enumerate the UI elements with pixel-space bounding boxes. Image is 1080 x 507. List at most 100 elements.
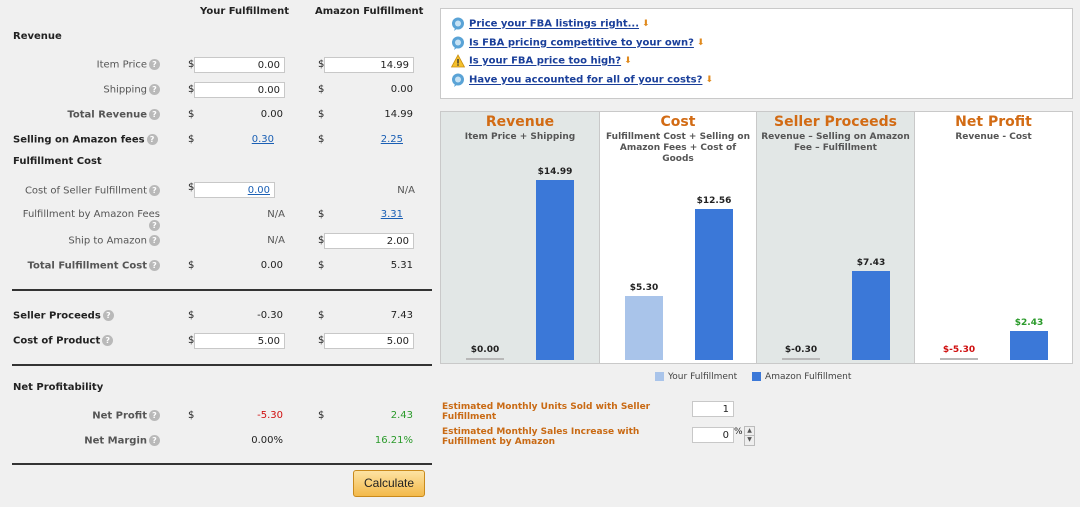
- cost-of-product-amazon-input[interactable]: [324, 333, 414, 349]
- chevron-up-icon[interactable]: ▲: [744, 426, 755, 436]
- tip-link-row[interactable]: Have you accounted for all of your costs…: [451, 73, 713, 87]
- help-icon[interactable]: ?: [146, 134, 158, 145]
- currency-symbol: $: [318, 410, 325, 421]
- help-icon[interactable]: ?: [149, 185, 160, 196]
- chart-column-title: Cost: [660, 114, 696, 130]
- comparison-chart: Revenue Item Price + Shipping Cost Fulfi…: [440, 111, 1073, 364]
- header-amazon-fulfillment: Amazon Fulfillment: [315, 6, 424, 17]
- help-icon[interactable]: ?: [149, 84, 160, 95]
- tip-link[interactable]: Is FBA pricing competitive to your own?: [469, 38, 694, 49]
- help-icon[interactable]: ?: [102, 335, 114, 346]
- help-icon[interactable]: ?: [149, 220, 160, 231]
- tip-link[interactable]: Price your FBA listings right...: [469, 19, 639, 30]
- chart-bar-label: $14.99: [537, 167, 573, 177]
- legend-your-label: Your Fulfillment: [668, 372, 738, 382]
- chart-bar-label: $12.56: [696, 196, 732, 207]
- chart-column-subtitle: Revenue - Cost: [955, 132, 1032, 142]
- tip-link[interactable]: Is your FBA price too high?: [469, 56, 621, 67]
- divider: [12, 463, 432, 465]
- item-price-your-input[interactable]: [194, 57, 285, 73]
- chart-column-subtitle: Revenue – Selling on Amazon Fee – Fulfil…: [761, 132, 910, 153]
- chart-column-subtitle: Fulfillment Cost + Selling on Amazon Fee…: [605, 132, 751, 164]
- header-your-fulfillment: Your Fulfillment: [200, 6, 289, 17]
- seller-proceeds-amazon-value: 7.43: [390, 310, 413, 321]
- section-revenue: Revenue: [13, 31, 62, 42]
- seller-proceeds-label: Seller Proceeds?: [13, 310, 114, 322]
- chart-column-revenue: Revenue Item Price + Shipping: [441, 112, 599, 363]
- warning-icon: [451, 54, 465, 68]
- chart-column-title: Net Profit: [955, 114, 1032, 130]
- net-margin-amazon-value: 16.21%: [374, 435, 413, 446]
- chart-legend: Your Fulfillment Amazon Fulfillment: [655, 372, 851, 382]
- units-sold-label: Estimated Monthly Units Sold with Seller…: [442, 402, 651, 422]
- chart-bar-label: $5.30: [629, 283, 659, 294]
- help-icon[interactable]: ?: [149, 410, 160, 421]
- help-icon[interactable]: ?: [149, 109, 160, 120]
- seller-fulfillment-amazon-value: N/A: [397, 185, 415, 196]
- ship-to-amazon-label: Ship to Amazon?: [20, 235, 160, 247]
- help-icon[interactable]: ?: [149, 235, 160, 246]
- section-net-profitability: Net Profitability: [13, 382, 104, 393]
- currency-symbol: $: [188, 109, 195, 120]
- ship-to-amazon-amazon-input[interactable]: [324, 233, 414, 249]
- shipping-amazon-value: 0.00: [390, 84, 413, 95]
- sales-increase-input[interactable]: [692, 427, 734, 443]
- chevron-down-icon[interactable]: ⬇: [705, 75, 713, 85]
- net-margin-your-value: 0.00%: [251, 435, 283, 446]
- units-sold-input[interactable]: [692, 401, 734, 417]
- sales-increase-label: Estimated Monthly Sales Increase with Fu…: [442, 427, 640, 447]
- chevron-down-icon[interactable]: ⬇: [642, 19, 650, 29]
- cost-of-product-your-input[interactable]: [194, 333, 285, 349]
- net-profit-amazon-value: 2.43: [390, 410, 413, 421]
- chart-bar-amazon: [852, 270, 890, 360]
- legend-swatch-your: [655, 372, 664, 381]
- chart-bar-your: [466, 358, 504, 360]
- help-icon[interactable]: ?: [149, 435, 160, 446]
- help-icon[interactable]: ?: [102, 310, 114, 321]
- net-margin-label: Net Margin?: [40, 435, 160, 447]
- currency-symbol: $: [188, 134, 195, 145]
- total-revenue-your-value: 0.00: [260, 109, 283, 120]
- chart-bar-label: $2.43: [1014, 317, 1044, 328]
- chart-column-subtitle: Item Price + Shipping: [464, 132, 576, 142]
- speech-bubble-icon: [452, 73, 464, 87]
- tip-link-row[interactable]: Price your FBA listings right... ⬇: [451, 17, 650, 31]
- cost-of-product-label: Cost of Product?: [13, 335, 114, 347]
- tip-link-row[interactable]: Is your FBA price too high? ⬇: [451, 54, 632, 68]
- help-icon[interactable]: ?: [149, 260, 160, 271]
- chevron-down-icon[interactable]: ⬇: [697, 38, 705, 48]
- currency-symbol: $: [188, 410, 195, 421]
- chart-bar-label: $0.00: [470, 345, 500, 355]
- chart-bar-label: $7.43: [856, 257, 886, 268]
- currency-symbol: $: [318, 209, 325, 220]
- item-price-label: Item Price?: [40, 59, 160, 71]
- chevron-down-icon[interactable]: ⬇: [624, 56, 632, 66]
- chart-bar-amazon: [1010, 330, 1048, 360]
- chart-bar-label: $-5.30: [942, 345, 976, 355]
- chart-bar-your: [782, 358, 820, 360]
- fba-fees-amazon-link[interactable]: 3.31: [330, 209, 403, 220]
- tip-link-row[interactable]: Is FBA pricing competitive to your own? ⬇: [451, 36, 704, 50]
- item-price-amazon-input[interactable]: [324, 57, 414, 73]
- calculate-button[interactable]: Calculate: [353, 470, 425, 497]
- shipping-label: Shipping?: [40, 84, 160, 96]
- tips-link-box: Price your FBA listings right... ⬇ Is FBA…: [440, 8, 1073, 99]
- total-fulfillment-amazon-value: 5.31: [390, 260, 413, 271]
- net-profit-label: Net Profit?: [40, 410, 160, 422]
- shipping-your-input[interactable]: [194, 82, 285, 98]
- seller-fulfillment-your-input[interactable]: [194, 182, 275, 198]
- chart-bar-amazon: [536, 180, 574, 360]
- selling-fees-your-link[interactable]: 0.30: [200, 134, 274, 145]
- currency-symbol: $: [318, 260, 325, 271]
- chevron-down-icon[interactable]: ▼: [744, 436, 755, 446]
- speech-bubble-icon: [452, 36, 464, 50]
- chart-bar-amazon: [695, 209, 733, 360]
- selling-fees-amazon-link[interactable]: 2.25: [330, 134, 403, 145]
- chart-bar-your: [940, 358, 978, 360]
- help-icon[interactable]: ?: [149, 59, 160, 70]
- total-fulfillment-label: Total Fulfillment Cost?: [10, 260, 160, 272]
- currency-symbol: $: [318, 134, 325, 145]
- seller-proceeds-your-value: -0.30: [257, 310, 283, 321]
- tip-link[interactable]: Have you accounted for all of your costs…: [469, 75, 702, 86]
- sales-increase-stepper[interactable]: ▲ ▼: [744, 426, 755, 446]
